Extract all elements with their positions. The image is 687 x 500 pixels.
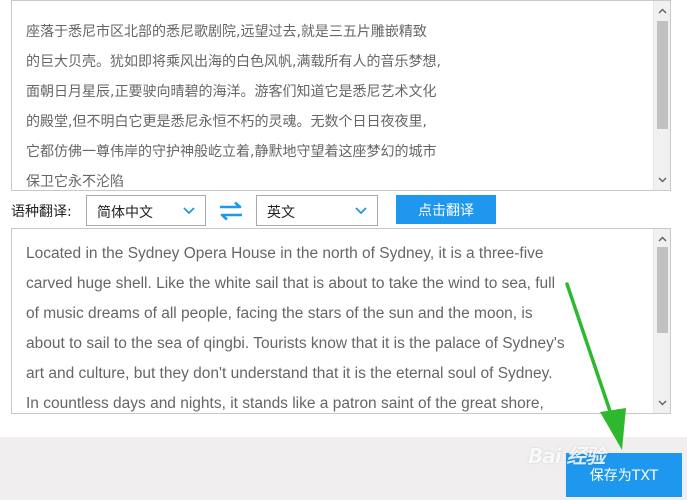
- result-text-line: Located in the Sydney Opera House in the…: [26, 245, 544, 262]
- source-text-line: 的殿堂,但不明白它更是悉尼永恒不朽的灵魂。无数个日日夜夜里,: [26, 114, 427, 130]
- chevron-up-icon[interactable]: [654, 231, 670, 247]
- save-txt-button[interactable]: 保存为TXT: [566, 453, 682, 497]
- source-language-select[interactable]: 简体中文: [86, 195, 206, 226]
- source-text: 座落于悉尼市区北部的悉尼歌剧院,远望过去,就是三五片雕嵌精致 的巨大贝壳。犹如即…: [26, 17, 650, 190]
- source-text-line: 保卫它永不沦陷: [26, 174, 124, 190]
- source-text-area[interactable]: 座落于悉尼市区北部的悉尼歌剧院,远望过去,就是三五片雕嵌精致 的巨大贝壳。犹如即…: [11, 0, 671, 191]
- source-scroll-thumb[interactable]: [657, 21, 668, 129]
- result-text: Located in the Sydney Opera House in the…: [26, 239, 650, 413]
- result-text-area[interactable]: Located in the Sydney Opera House in the…: [11, 228, 671, 414]
- chevron-up-icon[interactable]: [654, 3, 670, 19]
- source-text-line: 它都仿佛一尊伟岸的守护神般屹立着,静默地守望着这座梦幻的城市: [26, 144, 437, 160]
- chevron-down-icon: [355, 207, 367, 215]
- result-text-line: carved huge shell. Like the white sail t…: [26, 275, 556, 292]
- source-language-value: 简体中文: [97, 205, 153, 221]
- language-label: 语种翻译:: [11, 204, 72, 220]
- source-text-line: 座落于悉尼市区北部的悉尼歌剧院,远望过去,就是三五片雕嵌精致: [26, 24, 427, 40]
- chevron-down-icon: [183, 207, 195, 215]
- chevron-down-icon[interactable]: [654, 395, 670, 411]
- result-scrollbar[interactable]: [653, 229, 670, 413]
- result-text-line: In countless days and nights, it stands …: [26, 395, 544, 412]
- translate-button[interactable]: 点击翻译: [396, 195, 496, 224]
- chevron-down-icon[interactable]: [654, 172, 670, 188]
- target-language-select[interactable]: 英文: [256, 195, 378, 226]
- result-scroll-thumb[interactable]: [657, 247, 668, 333]
- language-bar: 语种翻译: 简体中文 英文 点击翻译: [0, 195, 687, 227]
- result-text-line: of music dreams of all people, facing th…: [26, 305, 533, 322]
- source-text-line: 的巨大贝壳。犹如即将乘风出海的白色风帆,满载所有人的音乐梦想,: [26, 54, 441, 70]
- result-text-line: art and culture, but they don't understa…: [26, 365, 553, 382]
- swap-arrows-icon[interactable]: [218, 201, 244, 221]
- result-text-line: about to sail to the sea of qingbi. Tour…: [26, 335, 565, 352]
- source-scrollbar[interactable]: [653, 1, 670, 190]
- target-language-value: 英文: [267, 205, 295, 221]
- source-text-line: 面朝日月星辰,正要驶向晴碧的海洋。游客们知道它是悉尼艺术文化: [26, 84, 437, 100]
